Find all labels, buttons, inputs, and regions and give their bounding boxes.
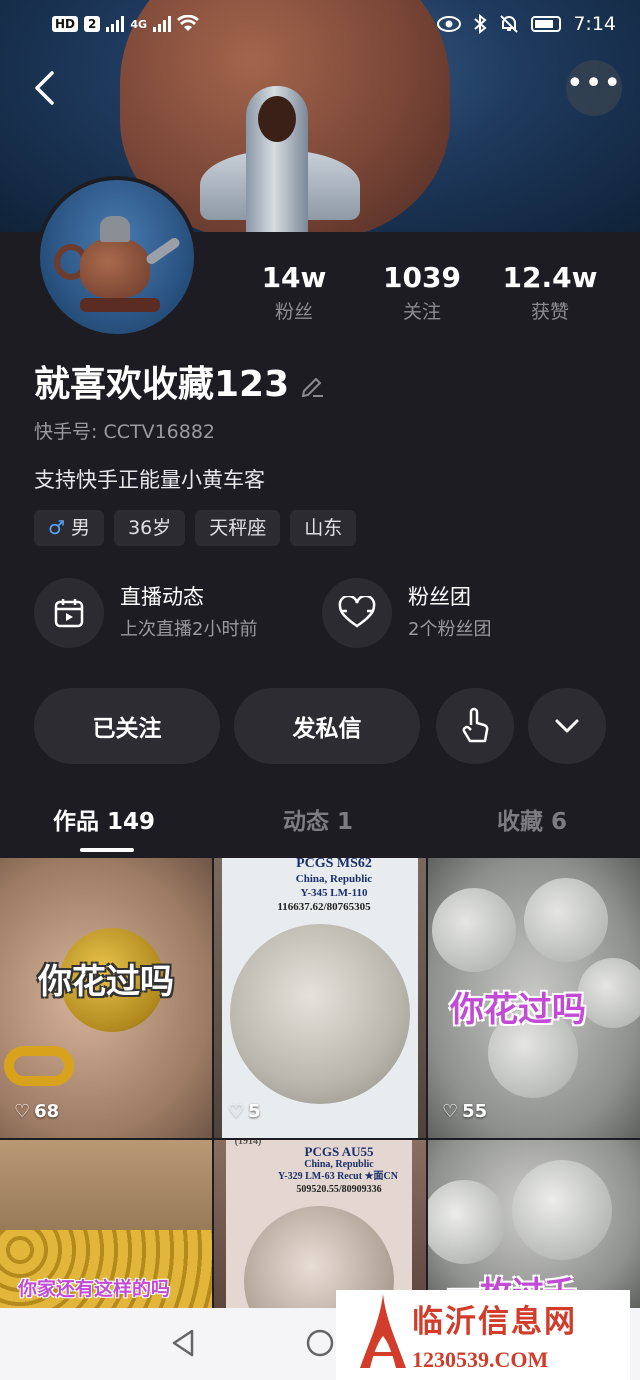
live-card-subtitle: 上次直播2小时前	[120, 619, 258, 640]
stat-value: 14w	[261, 261, 327, 294]
slab-country: China, Republic	[304, 1159, 374, 1170]
heart-group-icon	[322, 578, 392, 648]
like-count-value: 68	[34, 1101, 60, 1122]
profile-tags: ♂ 男 36岁 天秤座 山东	[34, 510, 357, 546]
bio: 支持快手正能量小黄车客	[34, 468, 265, 492]
tag-label: 天秤座	[209, 517, 267, 539]
heart-outline-icon: ♡	[442, 1101, 459, 1122]
mute-bell-icon	[500, 15, 519, 33]
more-button[interactable]: •••	[566, 60, 622, 116]
sim-badge: 2	[84, 16, 101, 32]
tile-overlay-text: 你家还有这样的吗	[18, 1278, 171, 1300]
like-count: ♡ 55	[442, 1101, 487, 1122]
nav-home-icon[interactable]	[305, 1328, 335, 1358]
profile-screen: { "status_bar": { "hd": "HD", "sim": "2"…	[0, 0, 640, 1380]
stat-label: 粉丝	[274, 301, 313, 323]
followed-label: 已关注	[92, 716, 162, 742]
slab-catalog: Y-345 LM-110	[300, 887, 368, 899]
stat-label: 关注	[402, 301, 441, 323]
bluetooth-icon	[474, 14, 487, 34]
eye-icon	[437, 16, 462, 32]
heart-outline-icon: ♡	[14, 1101, 31, 1122]
stat-followers[interactable]: 14w 粉丝	[230, 258, 358, 326]
tab-moments[interactable]: 动态 1	[283, 800, 353, 844]
slab-grade: PCGS MS62	[296, 858, 372, 871]
tag-label: 山东	[304, 517, 343, 539]
male-icon: ♂	[48, 517, 66, 539]
watermark-url: 1230539.COM	[412, 1347, 549, 1372]
hd-badge: HD	[52, 16, 79, 32]
live-activity-card[interactable]: 直播动态 上次直播2小时前	[34, 578, 257, 648]
tag-location: 山东	[290, 510, 357, 546]
fan-group-card[interactable]: 粉丝团 2个粉丝团	[322, 578, 491, 648]
stat-value: 1039	[383, 261, 461, 294]
status-time: 7:14	[573, 13, 616, 35]
back-button[interactable]	[22, 62, 66, 112]
tab-underline	[80, 848, 134, 852]
like-count-value: 5	[248, 1101, 261, 1122]
tab-favorites[interactable]: 收藏 6	[497, 800, 567, 844]
tag-age: 36岁	[114, 510, 186, 546]
battery-icon	[531, 16, 562, 32]
watermark-logo	[360, 1294, 406, 1368]
profile-name-text: 就喜欢收藏123	[34, 364, 290, 405]
video-tile[interactable]: 你花过吗 ♡ 68	[0, 858, 212, 1138]
edit-icon[interactable]	[299, 371, 327, 399]
slab-cert: 116637.62/80765305	[277, 901, 371, 913]
tile-overlay-text: 你花过吗	[38, 962, 174, 1002]
tag-zodiac: 天秤座	[195, 510, 281, 546]
stat-likes[interactable]: 12.4w 获赞	[486, 258, 614, 326]
stat-following[interactable]: 1039 关注	[358, 258, 486, 326]
tag-label: 36岁	[128, 517, 172, 539]
profile-name: 就喜欢收藏123	[34, 362, 327, 408]
status-bar: HD 2 4G 7:14	[0, 0, 640, 48]
followed-button[interactable]: 已关注	[34, 688, 220, 764]
video-tile[interactable]: 你花过吗 ♡ 55	[428, 858, 640, 1138]
like-count-value: 55	[462, 1101, 488, 1122]
calendar-play-icon	[34, 578, 104, 648]
slab-year: (1914)	[234, 1140, 262, 1147]
signal-icon-2	[153, 16, 172, 32]
live-card-title: 直播动态	[120, 585, 204, 609]
message-label: 发私信	[292, 716, 362, 742]
tap-button[interactable]	[436, 688, 514, 764]
slab-grade: PCGS AU55	[304, 1144, 374, 1159]
user-id: 快手号: CCTV16882	[34, 421, 216, 443]
fan-card-subtitle: 2个粉丝团	[408, 619, 492, 640]
slab-cert: 509520.55/80909336	[296, 1184, 382, 1195]
expand-button[interactable]	[528, 688, 606, 764]
slab-country: China, Republic	[295, 873, 373, 885]
signal-icon	[106, 16, 125, 32]
tag-label: 男	[71, 517, 91, 539]
tab-works[interactable]: 作品 149	[53, 800, 155, 844]
heart-outline-icon: ♡	[228, 1101, 245, 1122]
stat-value: 12.4w	[502, 261, 598, 294]
stat-label: 获赞	[530, 301, 569, 323]
chevron-down-icon	[555, 719, 579, 733]
avatar[interactable]	[36, 176, 198, 338]
message-button[interactable]: 发私信	[234, 688, 420, 764]
video-tile[interactable]: 你家还有这样的吗	[0, 1140, 212, 1308]
more-icon: •••	[566, 66, 623, 101]
tile-overlay-text: 你花过吗	[450, 990, 586, 1030]
profile-stats: 14w 粉丝 1039 关注 12.4w 获赞	[230, 258, 630, 326]
wifi-icon	[177, 15, 200, 31]
fan-card-title: 粉丝团	[408, 585, 471, 609]
video-tile[interactable]: (1914) PCGS AU55 China, Republic Y-329 L…	[214, 1140, 426, 1308]
nav-back-icon[interactable]	[170, 1328, 196, 1358]
like-count: ♡ 5	[228, 1101, 261, 1122]
like-count: ♡ 68	[14, 1101, 59, 1122]
hand-pointer-icon	[462, 707, 489, 743]
watermark-title: 临沂信息网	[412, 1304, 577, 1339]
network-type: 4G	[130, 17, 148, 31]
chevron-left-icon	[35, 71, 54, 105]
tag-gender: ♂ 男	[34, 510, 105, 546]
video-tile[interactable]: PCGS MS62 China, Republic Y-345 LM-110 1…	[214, 858, 426, 1138]
video-tile[interactable]: 一枚过千	[428, 1140, 640, 1308]
slab-catalog: Y-329 LM-63 Recut ★面CN	[278, 1171, 398, 1182]
